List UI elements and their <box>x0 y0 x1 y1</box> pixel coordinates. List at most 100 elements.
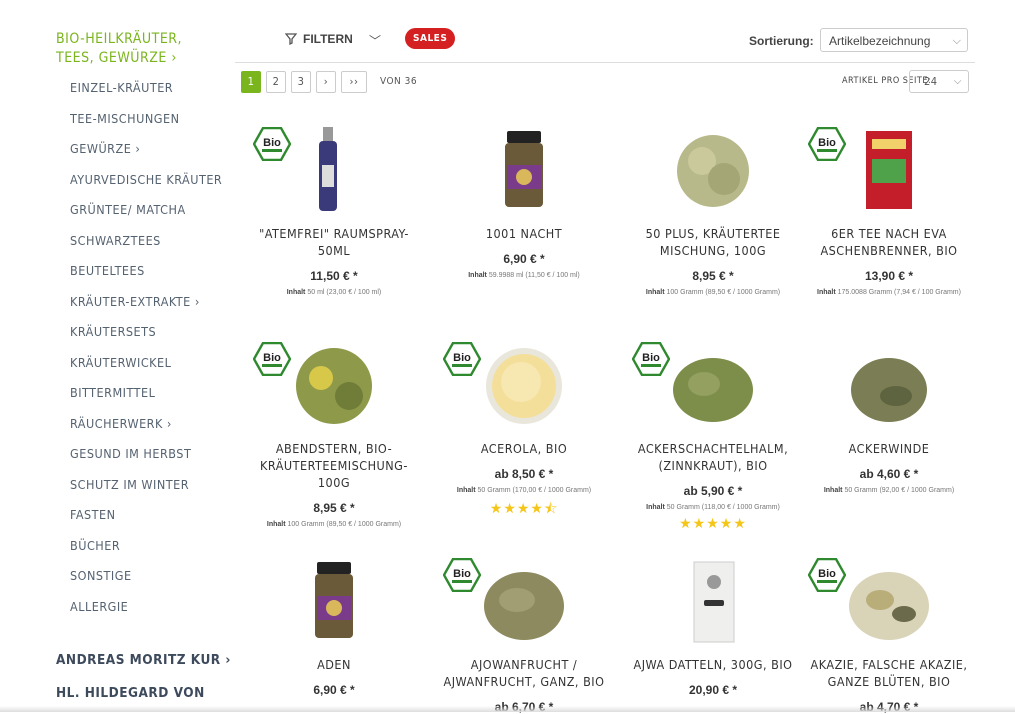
product-card[interactable]: Bio 6er Tee nach Eva Aschenbrenner, Bio 13… <box>800 125 978 296</box>
svg-text:Bio: Bio <box>818 137 836 149</box>
product-title[interactable]: Ajwa Datteln, 300g, Bio <box>624 656 802 673</box>
product-image-container[interactable]: Bio <box>245 340 423 432</box>
product-price: 6,90 € * <box>503 252 545 266</box>
sidebar-main-category[interactable]: Bio-Heilkräuter, Tees, Gewürze › <box>56 30 216 68</box>
sidebar-item[interactable]: Kräutersets <box>70 324 156 339</box>
product-card[interactable]: 1001 Nacht 6,90 € * Inhalt 59.9988 ml (11,… <box>435 125 613 279</box>
product-title[interactable]: Ackerschachtelhalm, (Zinnkraut), Bio <box>624 440 802 474</box>
product-card[interactable]: Bio Akazie, falsche Akazie, ganze Blüten,… <box>800 556 978 714</box>
product-price: ab 5,90 € * <box>683 484 743 498</box>
inhalt-label: Inhalt <box>456 487 476 494</box>
sidebar-item[interactable]: Beuteltees <box>70 263 145 278</box>
product-card[interactable]: Ajwa Datteln, 300g, Bio 20,90 € * <box>624 556 802 697</box>
bio-badge-icon: Bio <box>253 342 291 376</box>
product-title[interactable]: Akazie, falsche Akazie, ganze Blüten, Bi… <box>800 656 978 690</box>
svg-text:Bio: Bio <box>263 137 281 149</box>
inhalt-value: 50 Gramm (92,00 € / 1000 Gramm) <box>844 487 955 494</box>
category-sidebar: Bio-Heilkräuter, Tees, Gewürze › Einzel-… <box>0 0 230 712</box>
inhalt-value: 50 Gramm (118,00 € / 1000 Gramm) <box>666 504 780 511</box>
sidebar-item[interactable]: Tee-Mischungen <box>70 111 179 126</box>
product-card[interactable]: Bio Ackerschachtelhalm, (Zinnkraut), Bio a… <box>624 340 802 532</box>
bio-badge-icon: Bio <box>443 342 481 376</box>
product-card[interactable]: Aden 6,90 € * <box>245 556 423 697</box>
product-image-container[interactable]: Bio <box>435 556 613 648</box>
product-title[interactable]: Ackerwinde <box>800 440 978 457</box>
product-title[interactable]: Aden <box>245 656 423 673</box>
product-image[interactable] <box>624 556 802 648</box>
product-image-container[interactable]: Bio <box>435 340 613 432</box>
sort-select-value: Artikelbezeichnung <box>829 34 931 48</box>
per-page-select[interactable]: 24 ⌵ <box>909 70 969 93</box>
product-title[interactable]: 1001 Nacht <box>435 225 613 242</box>
product-image-container[interactable] <box>245 556 423 648</box>
page-1-button[interactable]: 1 <box>241 70 261 93</box>
product-price: 11,50 € * <box>310 269 358 283</box>
sidebar-item[interactable]: Bittermittel <box>70 385 155 400</box>
product-image-container[interactable]: Bio <box>800 556 978 648</box>
product-image[interactable] <box>800 340 978 432</box>
page-2-button[interactable]: 2 <box>266 70 286 93</box>
product-image-container[interactable] <box>435 125 613 217</box>
sidebar-item[interactable]: Gesund im Herbst <box>70 446 191 461</box>
product-title[interactable]: "Atemfrei" Raumspray-50ml <box>245 225 423 259</box>
sidebar-item[interactable]: Schutz im Winter <box>70 477 189 492</box>
product-price: ab 8,50 € * <box>494 467 554 481</box>
sidebar-category-hildegard[interactable]: Hl. Hildegard von <box>56 685 205 701</box>
product-card[interactable]: Bio "Atemfrei" Raumspray-50ml 11,50 € * Inh… <box>245 125 423 296</box>
product-unit-info: Inhalt 50 Gramm (118,00 € / 1000 Gramm) <box>624 504 802 511</box>
inhalt-value: 59.9988 ml (11,50 € / 100 ml) <box>488 272 580 279</box>
product-card[interactable]: Bio Ajowanfrucht / Ajwanfrucht, ganz, Bio… <box>435 556 613 714</box>
sidebar-item[interactable]: Ayurvedische Kräuter <box>70 172 222 187</box>
sidebar-item[interactable]: Gewürze › <box>70 141 140 156</box>
product-card[interactable]: 50 plus, Kräutertee Mischung, 100g 8,95 €… <box>624 125 802 296</box>
filter-button[interactable]: FILTERN <box>285 32 353 46</box>
product-card[interactable]: Bio Acerola, Bio ab 8,50 € * Inhalt 50 Gram… <box>435 340 613 522</box>
product-unit-info: Inhalt 100 Gramm (89,50 € / 1000 Gramm) <box>624 289 802 296</box>
product-image[interactable] <box>245 556 423 648</box>
sidebar-category-andreas-moritz[interactable]: Andreas Moritz Kur › <box>56 652 231 668</box>
sidebar-item[interactable]: Schwarztees <box>70 233 161 248</box>
product-title[interactable]: 50 plus, Kräutertee Mischung, 100g <box>624 225 802 259</box>
sidebar-item[interactable]: Räucherwerk › <box>70 416 172 431</box>
product-image-container[interactable]: Bio <box>245 125 423 217</box>
product-image[interactable] <box>624 125 802 217</box>
sort-select[interactable]: Artikelbezeichnung ⌵ <box>820 28 968 52</box>
inhalt-label: Inhalt <box>823 487 843 494</box>
last-page-button[interactable]: ›› <box>341 70 367 93</box>
sidebar-item[interactable]: Bücher <box>70 538 120 553</box>
sidebar-item[interactable]: Einzel-Kräuter <box>70 80 173 95</box>
product-title[interactable]: Abendstern, Bio-Kräuterteemischung-100g <box>245 440 423 491</box>
product-title[interactable]: Acerola, Bio <box>435 440 613 457</box>
product-image-container[interactable] <box>800 340 978 432</box>
product-title[interactable]: Ajowanfrucht / Ajwanfrucht, ganz, Bio <box>435 656 613 690</box>
sidebar-item[interactable]: Kräuter-Extrakte › <box>70 294 200 309</box>
sidebar-item[interactable]: Sonstige <box>70 568 132 583</box>
product-title[interactable]: 6er Tee nach Eva Aschenbrenner, Bio <box>800 225 978 259</box>
sidebar-item[interactable]: Fasten <box>70 507 116 522</box>
sidebar-item[interactable]: Grüntee/ Matcha <box>70 202 186 217</box>
product-image-container[interactable] <box>624 556 802 648</box>
product-image-container[interactable]: Bio <box>624 340 802 432</box>
chevron-down-icon: ⌵ <box>953 76 962 87</box>
product-price: 20,90 € * <box>688 683 738 697</box>
sales-badge[interactable]: SALES <box>405 28 456 49</box>
next-page-button[interactable]: › <box>316 70 336 93</box>
sort-label: Sortierung: <box>749 34 814 48</box>
product-image-container[interactable]: Bio <box>800 125 978 217</box>
inhalt-label: Inhalt <box>286 289 306 296</box>
product-image-container[interactable] <box>624 125 802 217</box>
sidebar-item[interactable]: Kräuterwickel <box>70 355 171 370</box>
inhalt-label: Inhalt <box>817 289 836 296</box>
svg-text:Bio: Bio <box>263 352 281 364</box>
product-image[interactable] <box>435 125 613 217</box>
product-price: 8,95 € * <box>313 501 355 515</box>
chevron-down-icon[interactable]: ﹀ <box>369 32 381 49</box>
page-3-button[interactable]: 3 <box>291 70 311 93</box>
svg-text:Bio: Bio <box>453 568 471 580</box>
product-card[interactable]: Ackerwinde ab 4,60 € * Inhalt 50 Gramm (92… <box>800 340 978 494</box>
product-price: ab 4,60 € * <box>859 467 919 481</box>
listing-toolbar: FILTERN ﹀ SALES Sortierung: Artikelbezei… <box>235 22 975 63</box>
product-unit-info: Inhalt 50 ml (23,00 € / 100 ml) <box>245 289 423 296</box>
product-card[interactable]: Bio Abendstern, Bio-Kräuterteemischung-10… <box>245 340 423 528</box>
sidebar-item[interactable]: Allergie <box>70 599 128 614</box>
